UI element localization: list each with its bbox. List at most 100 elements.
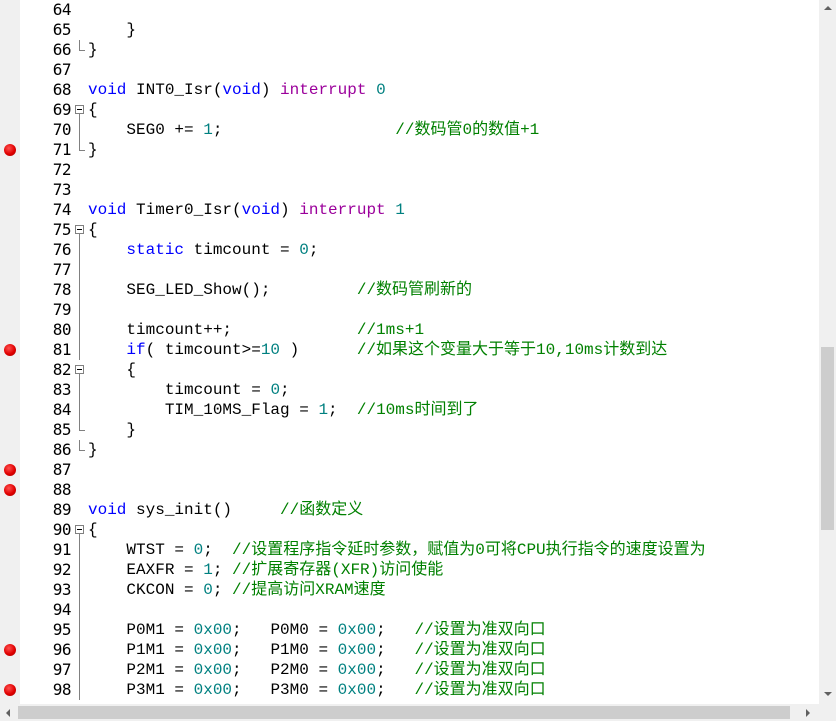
code-line[interactable]: 88 (0, 480, 819, 500)
code-text[interactable]: timcount = 0; (88, 380, 290, 400)
code-text[interactable]: void INT0_Isr(void) interrupt 0 (88, 80, 386, 100)
code-line[interactable]: 75 { (0, 220, 819, 240)
code-token: timcount = (184, 241, 300, 259)
code-token: P2M1 = (88, 661, 194, 679)
fold-minus-icon[interactable] (75, 525, 84, 534)
scroll-right-arrow-icon[interactable] (806, 709, 810, 717)
code-text[interactable]: void sys_init() //函数定义 (88, 500, 363, 520)
code-line[interactable]: 65 } (0, 20, 819, 40)
code-token: void (88, 201, 127, 219)
line-number: 93 (52, 580, 72, 599)
code-line[interactable]: 78 SEG_LED_Show(); //数码管刷新的 (0, 280, 819, 300)
scroll-up-arrow-icon[interactable] (824, 6, 832, 10)
code-line[interactable]: 91 WTST = 0; //设置程序指令延时参数，赋值为0可将CPU执行指令的… (0, 540, 819, 560)
vertical-scroll-thumb[interactable] (821, 347, 834, 530)
code-line[interactable]: 81 if( timcount>=10 ) //如果这个变量大于等于10,10m… (0, 340, 819, 360)
code-line[interactable]: 70 SEG0 += 1; //数码管0的数值+1 (0, 120, 819, 140)
code-line[interactable]: 82 { (0, 360, 819, 380)
code-text[interactable]: TIM_10MS_Flag = 1; //10ms时间到了 (88, 400, 479, 420)
horizontal-scroll-thumb[interactable] (18, 706, 790, 719)
fold-guide-line (79, 640, 80, 660)
code-token: WTST = (88, 541, 194, 559)
code-line[interactable]: 66} (0, 40, 819, 60)
breakpoint-icon[interactable] (4, 484, 16, 496)
scroll-left-arrow-icon[interactable] (6, 709, 10, 717)
code-text[interactable]: { (88, 220, 98, 240)
code-line[interactable]: 89 void sys_init() //函数定义 (0, 500, 819, 520)
code-text[interactable]: } (88, 20, 136, 40)
line-number: 69 (52, 100, 72, 119)
code-line[interactable]: 87 (0, 460, 819, 480)
code-line[interactable]: 72 (0, 160, 819, 180)
code-token: ; (203, 541, 233, 559)
code-line[interactable]: 67 (0, 60, 819, 80)
code-text[interactable]: void Timer0_Isr(void) interrupt 1 (88, 200, 405, 220)
code-editor[interactable]: 64 65 } 66} 67 68 void INT0_Isr(void) interru… (0, 0, 819, 704)
code-text[interactable]: } (88, 420, 136, 440)
code-token: void (222, 81, 261, 99)
fold-guide-line (79, 300, 80, 320)
code-line[interactable]: 73 (0, 180, 819, 200)
code-token: } (88, 141, 98, 159)
fold-minus-icon[interactable] (75, 365, 84, 374)
code-text[interactable]: } (88, 40, 98, 60)
code-text[interactable]: CKCON = 0; //提高访问XRAM速度 (88, 580, 385, 600)
code-line[interactable]: 86} (0, 440, 819, 460)
code-text[interactable]: SEG_LED_Show(); //数码管刷新的 (88, 280, 472, 300)
code-line[interactable]: 71} (0, 140, 819, 160)
code-line[interactable]: 79 (0, 300, 819, 320)
code-line[interactable]: 93 CKCON = 0; //提高访问XRAM速度 (0, 580, 819, 600)
code-text[interactable]: { (88, 520, 98, 540)
vertical-scrollbar[interactable] (819, 0, 836, 704)
code-line[interactable]: 92 EAXFR = 1; //扩展寄存器(XFR)访问使能 (0, 560, 819, 580)
code-text[interactable]: P3M1 = 0x00; P3M0 = 0x00; //设置为准双向口 (88, 680, 545, 700)
scroll-down-arrow-icon[interactable] (824, 692, 832, 696)
code-line[interactable]: 83 timcount = 0; (0, 380, 819, 400)
horizontal-scrollbar[interactable] (0, 704, 819, 721)
code-text[interactable]: if( timcount>=10 ) //如果这个变量大于等于10,10ms计数… (88, 340, 667, 360)
code-line[interactable]: 64 (0, 0, 819, 20)
code-token: 0 (270, 381, 281, 399)
code-line[interactable]: 76 static timcount = 0; (0, 240, 819, 260)
code-token: INT0_Isr( (126, 81, 223, 99)
breakpoint-icon[interactable] (4, 684, 16, 696)
code-text[interactable]: { (88, 360, 136, 380)
code-line[interactable]: 80 timcount++; //1ms+1 (0, 320, 819, 340)
code-text[interactable]: WTST = 0; //设置程序指令延时参数，赋值为0可将CPU执行指令的速度设… (88, 540, 705, 560)
code-text[interactable]: P1M1 = 0x00; P1M0 = 0x00; //设置为准双向口 (88, 640, 545, 660)
breakpoint-icon[interactable] (4, 144, 16, 156)
code-line[interactable]: 68 void INT0_Isr(void) interrupt 0 (0, 80, 819, 100)
breakpoint-icon[interactable] (4, 344, 16, 356)
code-token: ; (376, 641, 415, 659)
line-number: 82 (52, 360, 72, 379)
code-line[interactable]: 74 void Timer0_Isr(void) interrupt 1 (0, 200, 819, 220)
code-line[interactable]: 90 { (0, 520, 819, 540)
code-text[interactable]: { (88, 100, 98, 120)
code-line[interactable]: 96 P1M1 = 0x00; P1M0 = 0x00; //设置为准双向口 (0, 640, 819, 660)
code-text[interactable]: EAXFR = 1; //扩展寄存器(XFR)访问使能 (88, 560, 443, 580)
code-text[interactable]: } (88, 440, 98, 460)
code-text[interactable]: P0M1 = 0x00; P0M0 = 0x00; //设置为准双向口 (88, 620, 545, 640)
code-token: ( timcount>= (145, 341, 261, 359)
code-token: { (88, 101, 98, 119)
code-line[interactable]: 97 P2M1 = 0x00; P2M0 = 0x00; //设置为准双向口 (0, 660, 819, 680)
code-token: ; (212, 121, 396, 139)
code-line[interactable]: 94 (0, 600, 819, 620)
code-line[interactable]: 95 P0M1 = 0x00; P0M0 = 0x00; //设置为准双向口 (0, 620, 819, 640)
code-text[interactable]: P2M1 = 0x00; P2M0 = 0x00; //设置为准双向口 (88, 660, 545, 680)
code-line[interactable]: 98 P3M1 = 0x00; P3M0 = 0x00; //设置为准双向口 (0, 680, 819, 700)
code-line[interactable]: 84 TIM_10MS_Flag = 1; //10ms时间到了 (0, 400, 819, 420)
breakpoint-icon[interactable] (4, 464, 16, 476)
code-text[interactable]: static timcount = 0; (88, 240, 318, 260)
code-text[interactable]: } (88, 140, 98, 160)
code-line[interactable]: 77 (0, 260, 819, 280)
breakpoint-icon[interactable] (4, 644, 16, 656)
code-text[interactable]: SEG0 += 1; //数码管0的数值+1 (88, 120, 539, 140)
code-token: ; P1M0 = (232, 641, 338, 659)
code-line[interactable]: 69 { (0, 100, 819, 120)
code-text[interactable]: timcount++; //1ms+1 (88, 320, 424, 340)
code-line[interactable]: 85 } (0, 420, 819, 440)
fold-minus-icon[interactable] (75, 105, 84, 114)
fold-minus-icon[interactable] (75, 225, 84, 234)
